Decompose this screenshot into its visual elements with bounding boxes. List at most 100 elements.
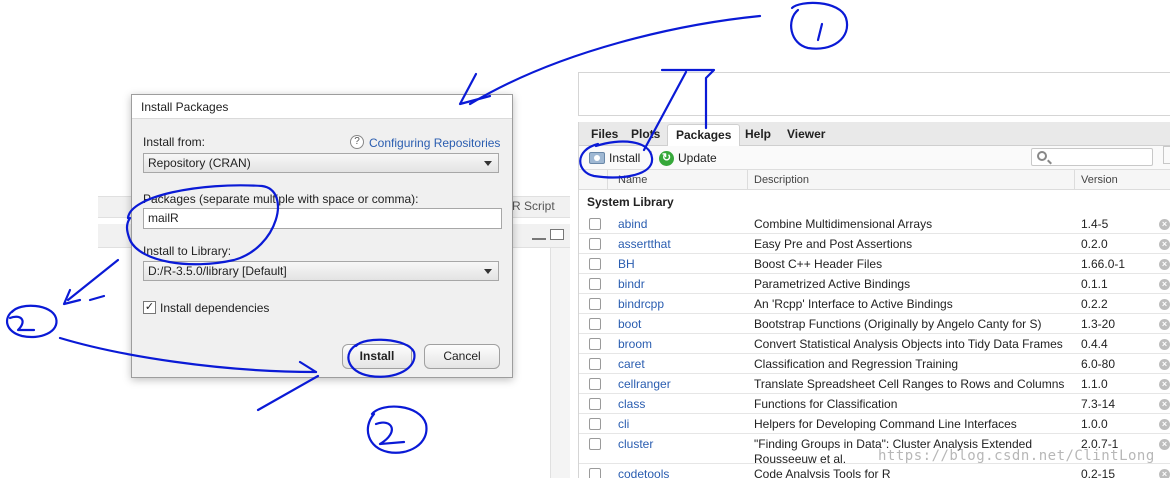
- remove-package-icon[interactable]: ×: [1159, 379, 1170, 390]
- configuring-repositories-link[interactable]: Configuring Repositories: [369, 136, 500, 150]
- package-load-checkbox[interactable]: [589, 298, 601, 310]
- package-description: Bootstrap Functions (Originally by Angel…: [754, 317, 1042, 331]
- package-name-link[interactable]: boot: [618, 317, 641, 331]
- install-packages-button[interactable]: Install: [589, 149, 640, 167]
- package-name-link[interactable]: abind: [618, 217, 647, 231]
- package-load-checkbox[interactable]: [589, 258, 601, 270]
- question-icon[interactable]: ?: [350, 135, 364, 149]
- install-icon: [589, 152, 605, 164]
- package-row[interactable]: class Functions for Classification 7.3-14 ×: [579, 394, 1170, 414]
- package-description: Convert Statistical Analysis Objects int…: [754, 337, 1063, 351]
- install-from-select[interactable]: Repository (CRAN): [143, 153, 499, 173]
- package-description: Functions for Classification: [754, 397, 898, 411]
- package-name-link[interactable]: class: [618, 397, 645, 411]
- package-row[interactable]: assertthat Easy Pre and Post Assertions 0.…: [579, 234, 1170, 254]
- package-load-checkbox[interactable]: [589, 318, 601, 330]
- install-to-library-label: Install to Library:: [143, 244, 232, 258]
- chevron-down-icon: [484, 161, 492, 166]
- packages-label: Packages (separate multiple with space o…: [143, 192, 419, 206]
- pane-tabbar: Files Plots Packages Help Viewer: [579, 122, 1170, 147]
- refresh-icon: ↻: [659, 150, 674, 166]
- remove-package-icon[interactable]: ×: [1159, 359, 1170, 370]
- library-select[interactable]: D:/R-3.5.0/library [Default]: [143, 261, 499, 281]
- tab-plots[interactable]: Plots: [623, 126, 668, 146]
- package-name-link[interactable]: codetools: [618, 467, 669, 478]
- package-load-checkbox[interactable]: [589, 418, 601, 430]
- package-version: 6.0-80: [1081, 357, 1116, 371]
- column-version[interactable]: Version: [1081, 174, 1118, 186]
- column-name[interactable]: Name: [618, 174, 647, 186]
- package-version: 1.66.0-1: [1081, 257, 1126, 271]
- package-name-link[interactable]: cli: [618, 417, 629, 431]
- remove-package-icon[interactable]: ×: [1159, 279, 1170, 290]
- package-name-link[interactable]: bindrcpp: [618, 297, 664, 311]
- column-description[interactable]: Description: [754, 174, 809, 186]
- minimize-pane-icon[interactable]: [532, 232, 546, 240]
- package-name-link[interactable]: cluster: [618, 437, 653, 451]
- package-name-link[interactable]: caret: [618, 357, 645, 371]
- package-version: 0.4.4: [1081, 337, 1108, 351]
- package-table-header: Name Description Version: [579, 170, 1170, 190]
- package-description: Combine Multidimensional Arrays: [754, 217, 933, 231]
- package-load-checkbox[interactable]: [589, 468, 601, 478]
- package-load-checkbox[interactable]: [589, 278, 601, 290]
- dialog-install-button[interactable]: Install: [342, 344, 412, 369]
- package-row[interactable]: BH Boost C++ Header Files 1.66.0-1 ×: [579, 254, 1170, 274]
- remove-package-icon[interactable]: ×: [1159, 319, 1170, 330]
- package-row[interactable]: broom Convert Statistical Analysis Object…: [579, 334, 1170, 354]
- remove-package-icon[interactable]: ×: [1159, 469, 1170, 478]
- package-load-checkbox[interactable]: [589, 438, 601, 450]
- package-version: 1.1.0: [1081, 377, 1108, 391]
- package-description: An 'Rcpp' Interface to Active Bindings: [754, 297, 953, 311]
- remove-package-icon[interactable]: ×: [1159, 239, 1170, 250]
- package-row[interactable]: caret Classification and Regression Train…: [579, 354, 1170, 374]
- pane-edge-control[interactable]: [1163, 146, 1170, 164]
- packages-pane: Files Plots Packages Help Viewer Install…: [578, 122, 1170, 478]
- package-row[interactable]: bindr Parametrized Active Bindings 0.1.1 ×: [579, 274, 1170, 294]
- tab-help[interactable]: Help: [737, 126, 779, 146]
- source-type-label[interactable]: R Script: [512, 199, 555, 213]
- package-row[interactable]: boot Bootstrap Functions (Originally by A…: [579, 314, 1170, 334]
- package-row[interactable]: codetools Code Analysis Tools for R 0.2-15…: [579, 464, 1170, 478]
- package-row[interactable]: cellranger Translate Spreadsheet Cell Ran…: [579, 374, 1170, 394]
- column-divider: [747, 170, 748, 190]
- dialog-cancel-button[interactable]: Cancel: [424, 344, 500, 369]
- tab-files[interactable]: Files: [583, 126, 626, 146]
- tab-viewer[interactable]: Viewer: [779, 126, 833, 146]
- package-load-checkbox[interactable]: [589, 358, 601, 370]
- package-search-input[interactable]: [1031, 148, 1153, 166]
- package-row[interactable]: cli Helpers for Developing Command Line I…: [579, 414, 1170, 434]
- remove-package-icon[interactable]: ×: [1159, 339, 1170, 350]
- pane-splitter[interactable]: [550, 248, 570, 478]
- package-load-checkbox[interactable]: [589, 238, 601, 250]
- package-description: Boost C++ Header Files: [754, 257, 883, 271]
- package-load-checkbox[interactable]: [589, 218, 601, 230]
- packages-input[interactable]: mailR: [143, 208, 502, 229]
- remove-package-icon[interactable]: ×: [1159, 439, 1170, 450]
- install-packages-dialog: Install Packages Install from: ? Configu…: [131, 94, 513, 378]
- remove-package-icon[interactable]: ×: [1159, 259, 1170, 270]
- package-row[interactable]: abind Combine Multidimensional Arrays 1.4-…: [579, 214, 1170, 234]
- remove-package-icon[interactable]: ×: [1159, 299, 1170, 310]
- package-name-link[interactable]: bindr: [618, 277, 645, 291]
- package-load-checkbox[interactable]: [589, 338, 601, 350]
- package-load-checkbox[interactable]: [589, 398, 601, 410]
- package-name-link[interactable]: BH: [618, 257, 635, 271]
- column-divider: [607, 170, 608, 190]
- package-name-link[interactable]: cellranger: [618, 377, 671, 391]
- packages-toolbar: Install ↻ Update: [579, 146, 1170, 170]
- package-row[interactable]: bindrcpp An 'Rcpp' Interface to Active Bi…: [579, 294, 1170, 314]
- install-from-label: Install from:: [143, 135, 206, 149]
- chevron-down-icon: [484, 269, 492, 274]
- package-description: Parametrized Active Bindings: [754, 277, 911, 291]
- tab-packages[interactable]: Packages: [667, 124, 741, 147]
- install-dependencies-checkbox[interactable]: ✓: [143, 301, 156, 314]
- package-load-checkbox[interactable]: [589, 378, 601, 390]
- maximize-pane-icon[interactable]: [550, 229, 564, 240]
- remove-package-icon[interactable]: ×: [1159, 419, 1170, 430]
- package-name-link[interactable]: assertthat: [618, 237, 671, 251]
- remove-package-icon[interactable]: ×: [1159, 399, 1170, 410]
- package-name-link[interactable]: broom: [618, 337, 652, 351]
- remove-package-icon[interactable]: ×: [1159, 219, 1170, 230]
- update-packages-button[interactable]: ↻ Update: [659, 149, 717, 167]
